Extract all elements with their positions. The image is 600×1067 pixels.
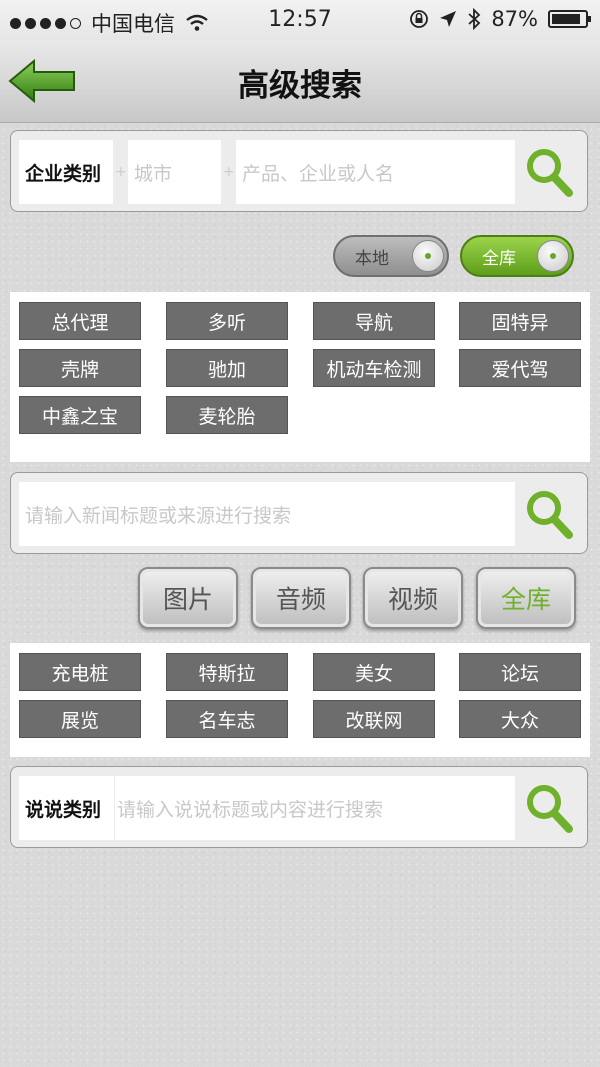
company-category-select[interactable]: 企业类别: [19, 140, 113, 204]
tab-all[interactable]: 全库: [476, 567, 576, 629]
talk-search-bar: 说说类别 请输入说说标题或内容进行搜索: [10, 766, 588, 848]
battery-percent: 87%: [491, 7, 538, 31]
talk-search-input[interactable]: 请输入说说标题或内容进行搜索: [115, 776, 515, 840]
company-tag-panel: 总代理 多听 导航 固特异 壳牌 驰加 机动车检测 爱代驾 中鑫之宝 麦轮胎: [10, 292, 590, 462]
company-tag[interactable]: 爱代驾: [459, 349, 581, 387]
news-tag[interactable]: 特斯拉: [166, 653, 288, 691]
company-tag[interactable]: 总代理: [19, 302, 141, 340]
news-tag[interactable]: 美女: [313, 653, 435, 691]
news-tag[interactable]: 名车志: [166, 700, 288, 738]
talk-category-select[interactable]: 说说类别: [19, 776, 114, 840]
company-tag[interactable]: 机动车检测: [313, 349, 435, 387]
news-search-input[interactable]: 请输入新闻标题或来源进行搜索: [19, 482, 515, 546]
news-tag-panel: 充电桩 特斯拉 美女 论坛 展览 名车志 改联网 大众: [10, 643, 590, 757]
location-arrow-icon: [440, 11, 457, 27]
separator: +: [115, 164, 127, 180]
toggle-all[interactable]: 全库: [460, 235, 574, 277]
search-icon[interactable]: [523, 145, 575, 199]
company-tag[interactable]: 麦轮胎: [166, 396, 288, 434]
company-tag[interactable]: 中鑫之宝: [19, 396, 141, 434]
rotation-lock-icon: [410, 10, 429, 28]
toggle-local-label: 本地: [355, 248, 389, 269]
battery-icon: [548, 10, 591, 28]
company-tag[interactable]: 固特异: [459, 302, 581, 340]
toggle-knob: [412, 240, 444, 272]
news-tag[interactable]: 改联网: [313, 700, 435, 738]
company-tag[interactable]: 壳牌: [19, 349, 141, 387]
search-icon[interactable]: [523, 487, 575, 541]
tab-audio[interactable]: 音频: [251, 567, 351, 629]
tab-video[interactable]: 视频: [363, 567, 463, 629]
news-tag[interactable]: 论坛: [459, 653, 581, 691]
news-tag[interactable]: 大众: [459, 700, 581, 738]
search-icon[interactable]: [523, 781, 575, 835]
company-tag[interactable]: 驰加: [166, 349, 288, 387]
toggle-knob: [537, 240, 569, 272]
page-title: 高级搜索: [238, 68, 362, 104]
news-tag[interactable]: 充电桩: [19, 653, 141, 691]
company-search-bar: 企业类别 + 城市 + 产品、企业或人名: [10, 130, 588, 212]
toggle-local[interactable]: 本地: [333, 235, 449, 277]
separator: +: [223, 164, 235, 180]
company-tag[interactable]: 多听: [166, 302, 288, 340]
company-tag[interactable]: 导航: [313, 302, 435, 340]
nav-bar: 高级搜索: [0, 40, 600, 123]
news-tag[interactable]: 展览: [19, 700, 141, 738]
news-search-bar: 请输入新闻标题或来源进行搜索: [10, 472, 588, 554]
toggle-all-label: 全库: [482, 248, 516, 269]
bluetooth-icon: [468, 8, 481, 30]
city-input[interactable]: 城市: [128, 140, 221, 204]
status-bar: 中国电信 12:57 87%: [0, 0, 600, 40]
company-keyword-input[interactable]: 产品、企业或人名: [236, 140, 515, 204]
tab-images[interactable]: 图片: [138, 567, 238, 629]
